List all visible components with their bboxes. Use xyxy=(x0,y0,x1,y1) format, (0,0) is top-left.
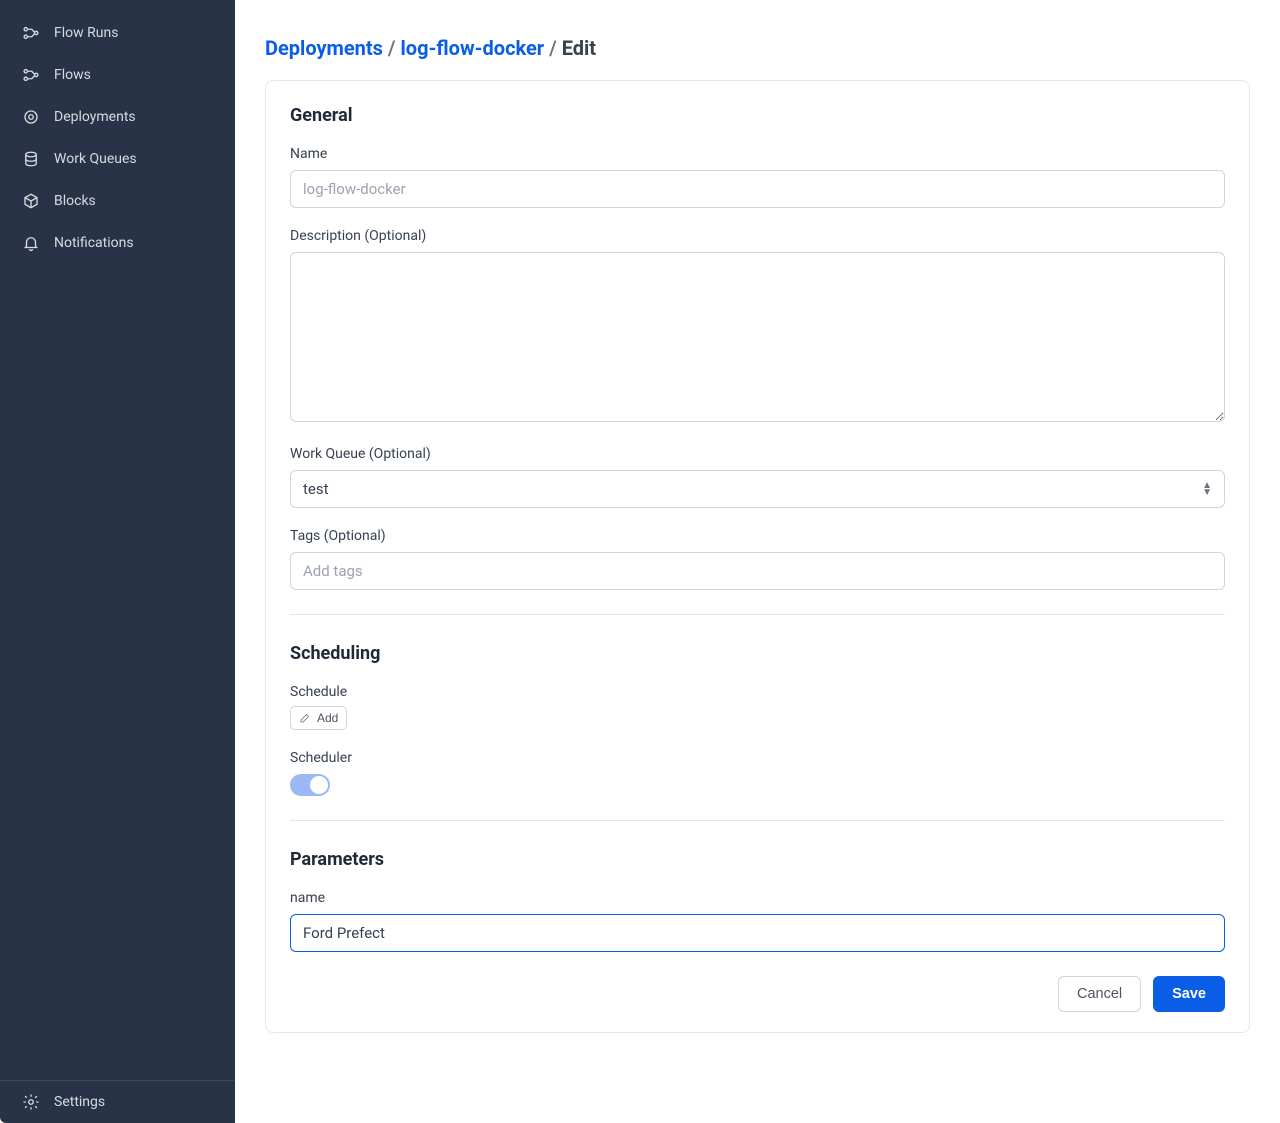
deployments-icon xyxy=(22,108,40,126)
sidebar-item-flow-runs[interactable]: Flow Runs xyxy=(0,12,235,54)
toggle-knob xyxy=(310,776,328,794)
scheduler-label: Scheduler xyxy=(290,750,1225,766)
param-name-input[interactable] xyxy=(290,914,1225,952)
gear-icon xyxy=(22,1093,40,1111)
breadcrumb: Deployments / log-flow-docker / Edit xyxy=(265,36,1250,60)
sidebar-item-label: Blocks xyxy=(54,193,96,209)
description-textarea[interactable] xyxy=(290,252,1225,422)
section-parameters: Parameters name Cancel Save xyxy=(290,849,1225,1012)
sidebar-item-label: Deployments xyxy=(54,109,136,125)
breadcrumb-current: Edit xyxy=(562,36,596,60)
sidebar-item-label: Flow Runs xyxy=(54,25,118,41)
field-description: Description (Optional) xyxy=(290,228,1225,426)
breadcrumb-root[interactable]: Deployments xyxy=(265,36,383,60)
work-queue-label: Work Queue (Optional) xyxy=(290,446,1225,462)
sidebar-item-settings[interactable]: Settings xyxy=(0,1081,235,1123)
sidebar: Flow Runs Flows Deployments Work Queues … xyxy=(0,0,235,1123)
sidebar-item-label: Settings xyxy=(54,1094,105,1110)
breadcrumb-item[interactable]: log-flow-docker xyxy=(401,36,545,60)
sidebar-item-deployments[interactable]: Deployments xyxy=(0,96,235,138)
sidebar-item-work-queues[interactable]: Work Queues xyxy=(0,138,235,180)
edit-form-card: General Name Description (Optional) Work… xyxy=(265,80,1250,1033)
description-label: Description (Optional) xyxy=(290,228,1225,244)
work-queue-value: test xyxy=(303,480,329,498)
sidebar-item-blocks[interactable]: Blocks xyxy=(0,180,235,222)
cancel-button[interactable]: Cancel xyxy=(1058,976,1141,1012)
main-content: Deployments / log-flow-docker / Edit Gen… xyxy=(235,0,1280,1123)
section-scheduling: Scheduling Schedule Add Scheduler xyxy=(290,643,1225,821)
pencil-icon xyxy=(299,712,311,724)
scheduler-toggle[interactable] xyxy=(290,774,330,796)
work-queues-icon xyxy=(22,150,40,168)
field-work-queue: Work Queue (Optional) test ▲▼ xyxy=(290,446,1225,508)
name-label: Name xyxy=(290,146,1225,162)
field-tags: Tags (Optional) xyxy=(290,528,1225,590)
save-button[interactable]: Save xyxy=(1153,976,1225,1012)
field-param-name: name xyxy=(290,890,1225,952)
blocks-icon xyxy=(22,192,40,210)
sidebar-bottom: Settings xyxy=(0,1080,235,1123)
sidebar-main: Flow Runs Flows Deployments Work Queues … xyxy=(0,0,235,1080)
tags-input[interactable] xyxy=(290,552,1225,590)
schedule-label: Schedule xyxy=(290,684,1225,700)
flow-runs-icon xyxy=(22,24,40,42)
section-title: Scheduling xyxy=(290,643,1225,664)
sidebar-item-notifications[interactable]: Notifications xyxy=(0,222,235,264)
breadcrumb-sep: / xyxy=(388,36,396,60)
field-name: Name xyxy=(290,146,1225,208)
work-queue-select[interactable]: test ▲▼ xyxy=(290,470,1225,508)
tags-label: Tags (Optional) xyxy=(290,528,1225,544)
flows-icon xyxy=(22,66,40,84)
section-general: General Name Description (Optional) Work… xyxy=(290,105,1225,615)
add-schedule-button[interactable]: Add xyxy=(290,706,347,730)
sidebar-item-flows[interactable]: Flows xyxy=(0,54,235,96)
form-actions: Cancel Save xyxy=(290,976,1225,1012)
name-input[interactable] xyxy=(290,170,1225,208)
field-schedule: Schedule Add xyxy=(290,684,1225,730)
section-title: General xyxy=(290,105,1225,126)
chevron-up-down-icon: ▲▼ xyxy=(1202,482,1212,496)
bell-icon xyxy=(22,234,40,252)
sidebar-item-label: Flows xyxy=(54,67,91,83)
breadcrumb-sep: / xyxy=(549,36,557,60)
section-title: Parameters xyxy=(290,849,1225,870)
field-scheduler: Scheduler xyxy=(290,750,1225,796)
sidebar-item-label: Work Queues xyxy=(54,151,137,167)
add-button-label: Add xyxy=(317,711,338,725)
sidebar-item-label: Notifications xyxy=(54,235,134,251)
param-name-label: name xyxy=(290,890,1225,906)
